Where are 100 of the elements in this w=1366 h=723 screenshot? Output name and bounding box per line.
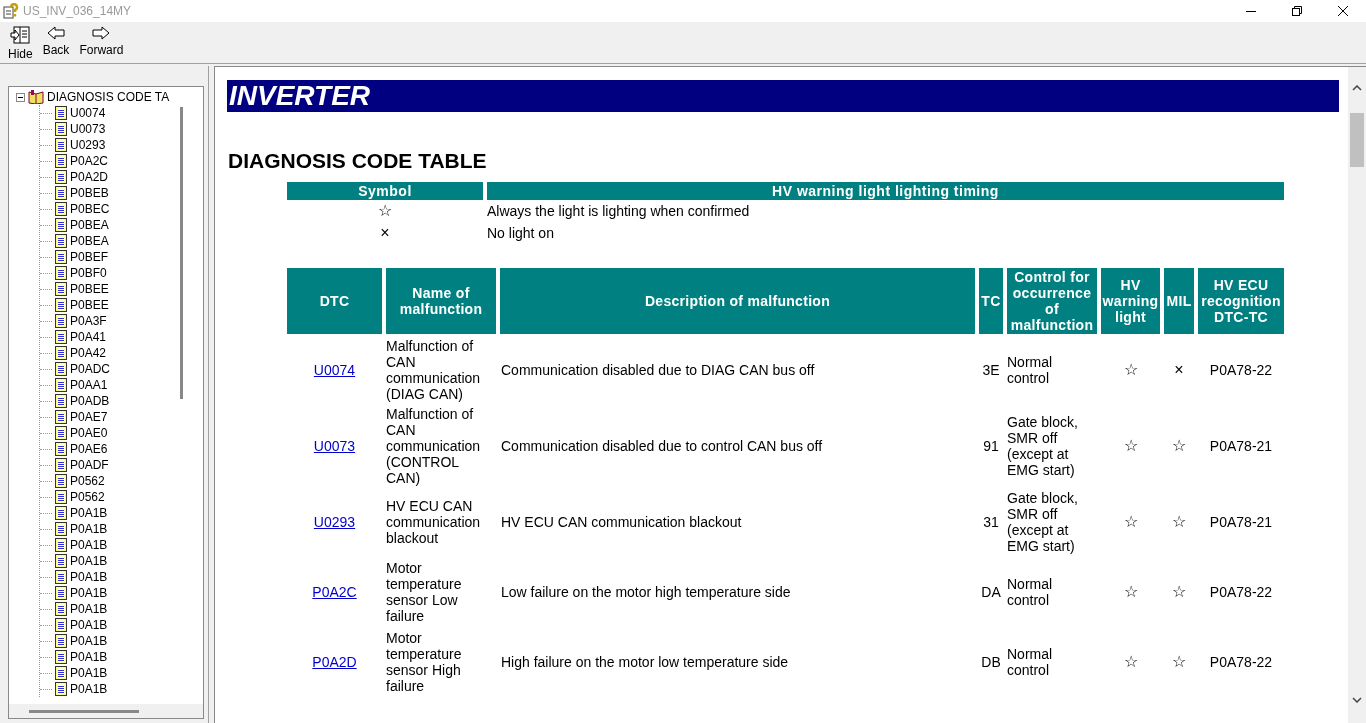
scroll-down-icon[interactable] [1352,697,1362,703]
document-icon [55,506,67,520]
forward-button[interactable]: Forward [77,26,126,57]
symbol-cell-text: ☆ [1122,512,1139,532]
tree-item[interactable]: P0ADF [70,457,109,473]
tree-item[interactable]: P0A1B [70,617,108,633]
dtc-tc-cell-text: P0A78-22 [1208,653,1274,672]
scroll-thumb[interactable] [1350,113,1364,167]
tree-item[interactable]: P0A41 [70,329,107,345]
window-title: US_INV_036_14MY [23,3,132,20]
document-icon [55,106,67,120]
tree-item[interactable]: P0ADB [70,393,110,409]
tree-item[interactable]: P0BF0 [70,265,107,281]
document-icon [55,330,67,344]
document-icon [55,154,67,168]
tree-item[interactable]: P0A1B [70,553,108,569]
column-header: Control for occurrence of malfunction [1007,268,1097,334]
document-icon [55,266,67,280]
tree-item[interactable]: P0BEC [70,201,110,217]
dtc-link[interactable]: P0A2C [312,584,357,600]
tree-item[interactable]: P0AA1 [70,377,108,393]
tree-item[interactable]: P0BEE [70,297,109,313]
tree-item[interactable]: P0BEE [70,281,109,297]
tree-item[interactable]: P0A3F [70,313,107,329]
dtc-link[interactable]: U0073 [313,438,356,454]
tree-item[interactable]: P0ADC [70,361,110,377]
document-icon [55,634,67,648]
dtc-tc-cell-text: P0A78-22 [1208,361,1274,380]
tree-item[interactable]: P0BEF [70,249,108,265]
tree-item[interactable]: P0AE0 [70,425,108,441]
vertical-scrollbar[interactable] [180,107,183,399]
vertical-scrollbar[interactable] [1348,67,1366,723]
dtc-link[interactable]: U0074 [313,362,356,378]
tree-item[interactable]: P0AE7 [70,409,108,425]
document-icon [55,602,67,616]
document-icon [55,618,67,632]
hide-pane-icon [10,26,31,44]
name-cell-text: Malfunction of CAN communication (DIAG CAN) [386,337,482,404]
name-cell-text: Motor temperature sensor Low failure [386,559,463,626]
tree-item[interactable]: U0073 [70,121,106,137]
document-icon [55,314,67,328]
tree-item[interactable]: U0293 [70,137,106,153]
tree-item[interactable]: P0A1B [70,633,108,649]
document-icon [55,682,67,696]
tree-item[interactable]: DIAGNOSIS CODE TA [47,89,170,105]
tree-item[interactable]: P0A1B [70,665,108,681]
document-icon [55,122,67,136]
symbol-cell-text: ☆ [1171,512,1187,532]
dtc-link[interactable]: P0A2D [312,654,357,670]
document-icon [55,570,67,584]
document-icon [55,410,67,424]
tc-cell-text: 31 [982,513,1000,532]
tree-item[interactable]: P0A1B [70,505,108,521]
hide-button[interactable]: Hide [6,26,35,61]
scroll-up-icon[interactable] [1352,85,1362,91]
tree-item[interactable]: P0A42 [70,345,107,361]
document-icon [55,522,67,536]
back-button[interactable]: Back [40,26,72,57]
tree-item[interactable]: U0074 [70,105,106,121]
document-icon [55,202,67,216]
document-icon [55,346,67,360]
document-icon [55,426,67,440]
description-cell-text: High failure on the motor low temperature side [500,653,790,672]
tree-item[interactable]: P0A1B [70,569,108,585]
tree-item[interactable]: P0562 [70,489,105,505]
tree-item[interactable]: P0A1B [70,649,108,665]
column-header: TC [979,268,1003,334]
description-cell-text: HV ECU CAN communication blackout [500,513,743,532]
column-header: Name of malfunction [386,268,496,334]
dtc-link[interactable]: U0293 [313,514,356,530]
tree-item[interactable]: P0A1B [70,681,108,697]
symbol-cell-text: × [379,223,391,243]
tree-item[interactable]: P0BEB [70,185,109,201]
collapse-toggle[interactable] [16,92,25,102]
tree-item[interactable]: P0A1B [70,537,108,553]
column-header: HV warning light [1101,268,1160,334]
tree-item[interactable]: P0A1B [70,521,108,537]
tree-item[interactable]: P0A1B [70,601,108,617]
column-header: MIL [1164,268,1194,334]
control-cell-text: Normal control [1007,575,1054,610]
tree-item[interactable]: P0562 [70,473,105,489]
document-icon [55,554,67,568]
symbol-cell-text: × [1173,360,1185,380]
horizontal-scrollbar[interactable] [29,709,139,713]
tree-item[interactable]: P0A1B [70,585,108,601]
dtc-tc-cell-text: P0A78-21 [1208,513,1274,532]
tree-item[interactable]: P0A2D [70,169,109,185]
tree-item[interactable]: P0BEA [70,217,109,233]
symbol-cell-text: ☆ [1122,652,1139,672]
section-heading: DIAGNOSIS CODE TABLE [228,148,487,174]
symbol-cell-text: ☆ [1171,436,1187,456]
description-cell-text: Communication disabled due to DIAG CAN bus off [500,361,816,380]
tree-item[interactable]: P0BEA [70,233,109,249]
symbol-cell-text: ☆ [377,201,393,221]
tree-item[interactable]: P0A2C [70,153,109,169]
document-icon [55,458,67,472]
document-icon [55,442,67,456]
column-header: HV warning light lighting timing [487,182,1284,200]
document-icon [55,282,67,296]
tree-item[interactable]: P0AE6 [70,441,108,457]
